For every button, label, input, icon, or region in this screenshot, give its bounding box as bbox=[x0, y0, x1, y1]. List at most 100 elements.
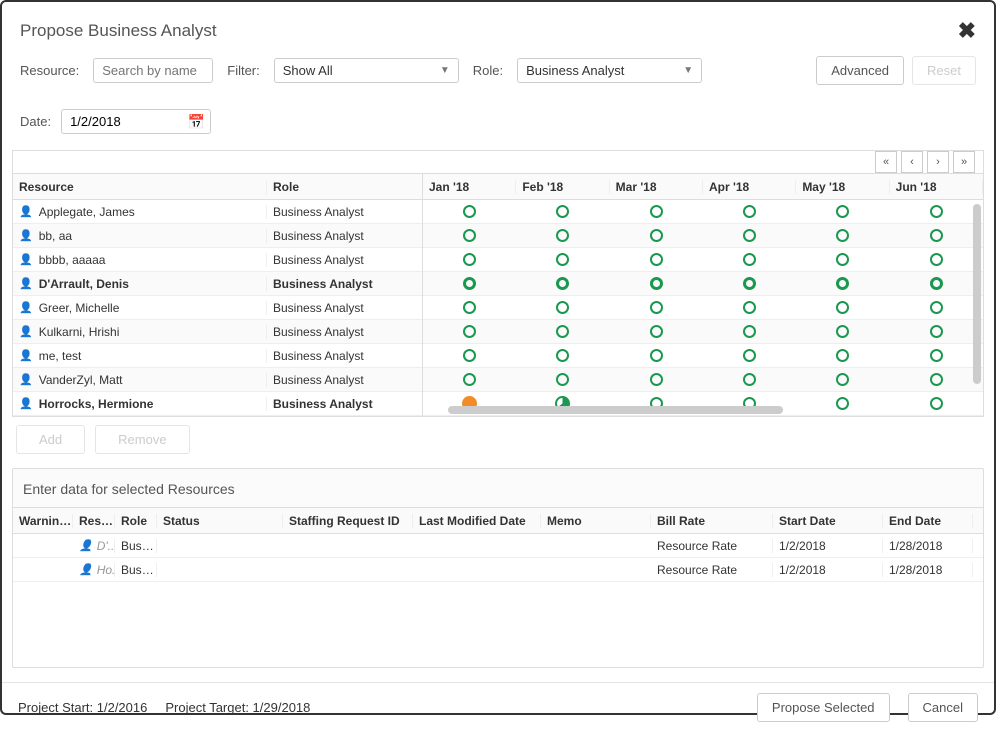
availability-cell[interactable] bbox=[516, 229, 609, 242]
availability-cell[interactable] bbox=[423, 277, 516, 290]
availability-cell[interactable] bbox=[423, 373, 516, 386]
availability-cell[interactable] bbox=[796, 205, 889, 218]
availability-cell[interactable] bbox=[516, 277, 609, 290]
availability-cell[interactable] bbox=[703, 205, 796, 218]
availability-cell[interactable] bbox=[796, 253, 889, 266]
nav-next-icon[interactable]: › bbox=[927, 151, 949, 173]
availability-cell[interactable] bbox=[703, 301, 796, 314]
col-staffing-request-id[interactable]: Staffing Request ID bbox=[283, 514, 413, 528]
availability-row bbox=[423, 272, 983, 296]
user-icon: 👤 bbox=[19, 373, 33, 386]
resource-name: Kulkarni, Hrishi bbox=[39, 325, 120, 339]
availability-cell[interactable] bbox=[516, 373, 609, 386]
remove-button[interactable]: Remove bbox=[95, 425, 189, 454]
resource-row[interactable]: 👤D'Arrault, DenisBusiness Analyst bbox=[13, 272, 422, 296]
cancel-button[interactable]: Cancel bbox=[908, 693, 978, 722]
availability-cell[interactable] bbox=[610, 277, 703, 290]
availability-cell[interactable] bbox=[610, 349, 703, 362]
availability-cell[interactable] bbox=[516, 253, 609, 266]
col-role[interactable]: Role bbox=[115, 514, 157, 528]
resource-row[interactable]: 👤Applegate, JamesBusiness Analyst bbox=[13, 200, 422, 224]
month-header[interactable]: May '18 bbox=[796, 180, 889, 194]
resource-search-input[interactable] bbox=[93, 58, 213, 83]
cell-bill-rate: Resource Rate bbox=[651, 563, 773, 577]
availability-cell[interactable] bbox=[610, 205, 703, 218]
availability-cell[interactable] bbox=[703, 325, 796, 338]
resource-row[interactable]: 👤bbbb, aaaaaBusiness Analyst bbox=[13, 248, 422, 272]
col-status[interactable]: Status bbox=[157, 514, 283, 528]
selected-resource-row[interactable]: 👤D'...Busin...Resource Rate1/2/20181/28/… bbox=[13, 534, 983, 558]
availability-cell[interactable] bbox=[423, 325, 516, 338]
availability-cell[interactable] bbox=[703, 253, 796, 266]
col-last-modified[interactable]: Last Modified Date bbox=[413, 514, 541, 528]
availability-cell[interactable] bbox=[796, 229, 889, 242]
availability-cell[interactable] bbox=[890, 325, 983, 338]
reset-button[interactable]: Reset bbox=[912, 56, 976, 85]
availability-cell[interactable] bbox=[796, 277, 889, 290]
horizontal-scrollbar[interactable] bbox=[448, 406, 783, 414]
availability-cell[interactable] bbox=[890, 397, 983, 410]
col-bill-rate[interactable]: Bill Rate bbox=[651, 514, 773, 528]
month-header[interactable]: Jan '18 bbox=[423, 180, 516, 194]
availability-cell[interactable] bbox=[423, 229, 516, 242]
availability-cell[interactable] bbox=[890, 277, 983, 290]
month-header[interactable]: Apr '18 bbox=[703, 180, 796, 194]
nav-prev-icon[interactable]: ‹ bbox=[901, 151, 923, 173]
availability-cell[interactable] bbox=[890, 205, 983, 218]
close-icon[interactable]: ✖ bbox=[958, 18, 976, 44]
availability-cell[interactable] bbox=[610, 301, 703, 314]
resource-row[interactable]: 👤Kulkarni, HrishiBusiness Analyst bbox=[13, 320, 422, 344]
availability-cell[interactable] bbox=[703, 229, 796, 242]
availability-cell[interactable] bbox=[796, 325, 889, 338]
propose-selected-button[interactable]: Propose Selected bbox=[757, 693, 890, 722]
add-button[interactable]: Add bbox=[16, 425, 85, 454]
nav-last-icon[interactable]: » bbox=[953, 151, 975, 173]
col-memo[interactable]: Memo bbox=[541, 514, 651, 528]
filter-select[interactable]: Show All ▼ bbox=[274, 58, 459, 83]
availability-cell[interactable] bbox=[516, 349, 609, 362]
availability-cell[interactable] bbox=[890, 229, 983, 242]
availability-cell[interactable] bbox=[610, 253, 703, 266]
col-header-role[interactable]: Role bbox=[267, 180, 421, 194]
resource-row[interactable]: 👤me, testBusiness Analyst bbox=[13, 344, 422, 368]
availability-cell[interactable] bbox=[890, 253, 983, 266]
availability-cell[interactable] bbox=[796, 397, 889, 410]
col-warnings[interactable]: Warnings bbox=[13, 514, 73, 528]
availability-cell[interactable] bbox=[423, 301, 516, 314]
col-end-date[interactable]: End Date bbox=[883, 514, 973, 528]
role-select[interactable]: Business Analyst ▼ bbox=[517, 58, 702, 83]
availability-cell[interactable] bbox=[610, 373, 703, 386]
calendar-icon[interactable]: 📅 bbox=[188, 113, 205, 130]
availability-cell[interactable] bbox=[796, 301, 889, 314]
availability-cell[interactable] bbox=[423, 349, 516, 362]
advanced-button[interactable]: Advanced bbox=[816, 56, 904, 85]
resource-row[interactable]: 👤Greer, MichelleBusiness Analyst bbox=[13, 296, 422, 320]
availability-cell[interactable] bbox=[796, 373, 889, 386]
availability-cell[interactable] bbox=[423, 205, 516, 218]
availability-cell[interactable] bbox=[890, 373, 983, 386]
availability-cell[interactable] bbox=[423, 253, 516, 266]
availability-cell[interactable] bbox=[516, 205, 609, 218]
col-start-date[interactable]: Start Date bbox=[773, 514, 883, 528]
availability-cell[interactable] bbox=[703, 277, 796, 290]
nav-first-icon[interactable]: « bbox=[875, 151, 897, 173]
availability-cell[interactable] bbox=[890, 301, 983, 314]
availability-cell[interactable] bbox=[703, 373, 796, 386]
resource-row[interactable]: 👤VanderZyl, MattBusiness Analyst bbox=[13, 368, 422, 392]
vertical-scrollbar[interactable] bbox=[973, 204, 981, 384]
availability-cell[interactable] bbox=[890, 349, 983, 362]
availability-cell[interactable] bbox=[516, 325, 609, 338]
month-header[interactable]: Jun '18 bbox=[890, 180, 983, 194]
col-header-resource[interactable]: Resource bbox=[13, 180, 267, 194]
month-header[interactable]: Mar '18 bbox=[610, 180, 703, 194]
col-resource[interactable]: Reso... bbox=[73, 514, 115, 528]
availability-cell[interactable] bbox=[703, 349, 796, 362]
availability-cell[interactable] bbox=[610, 229, 703, 242]
resource-row[interactable]: 👤Horrocks, HermioneBusiness Analyst bbox=[13, 392, 422, 416]
resource-row[interactable]: 👤bb, aaBusiness Analyst bbox=[13, 224, 422, 248]
availability-cell[interactable] bbox=[516, 301, 609, 314]
availability-cell[interactable] bbox=[610, 325, 703, 338]
month-header[interactable]: Feb '18 bbox=[516, 180, 609, 194]
availability-cell[interactable] bbox=[796, 349, 889, 362]
selected-resource-row[interactable]: 👤Ho...Busin...Resource Rate1/2/20181/28/… bbox=[13, 558, 983, 582]
